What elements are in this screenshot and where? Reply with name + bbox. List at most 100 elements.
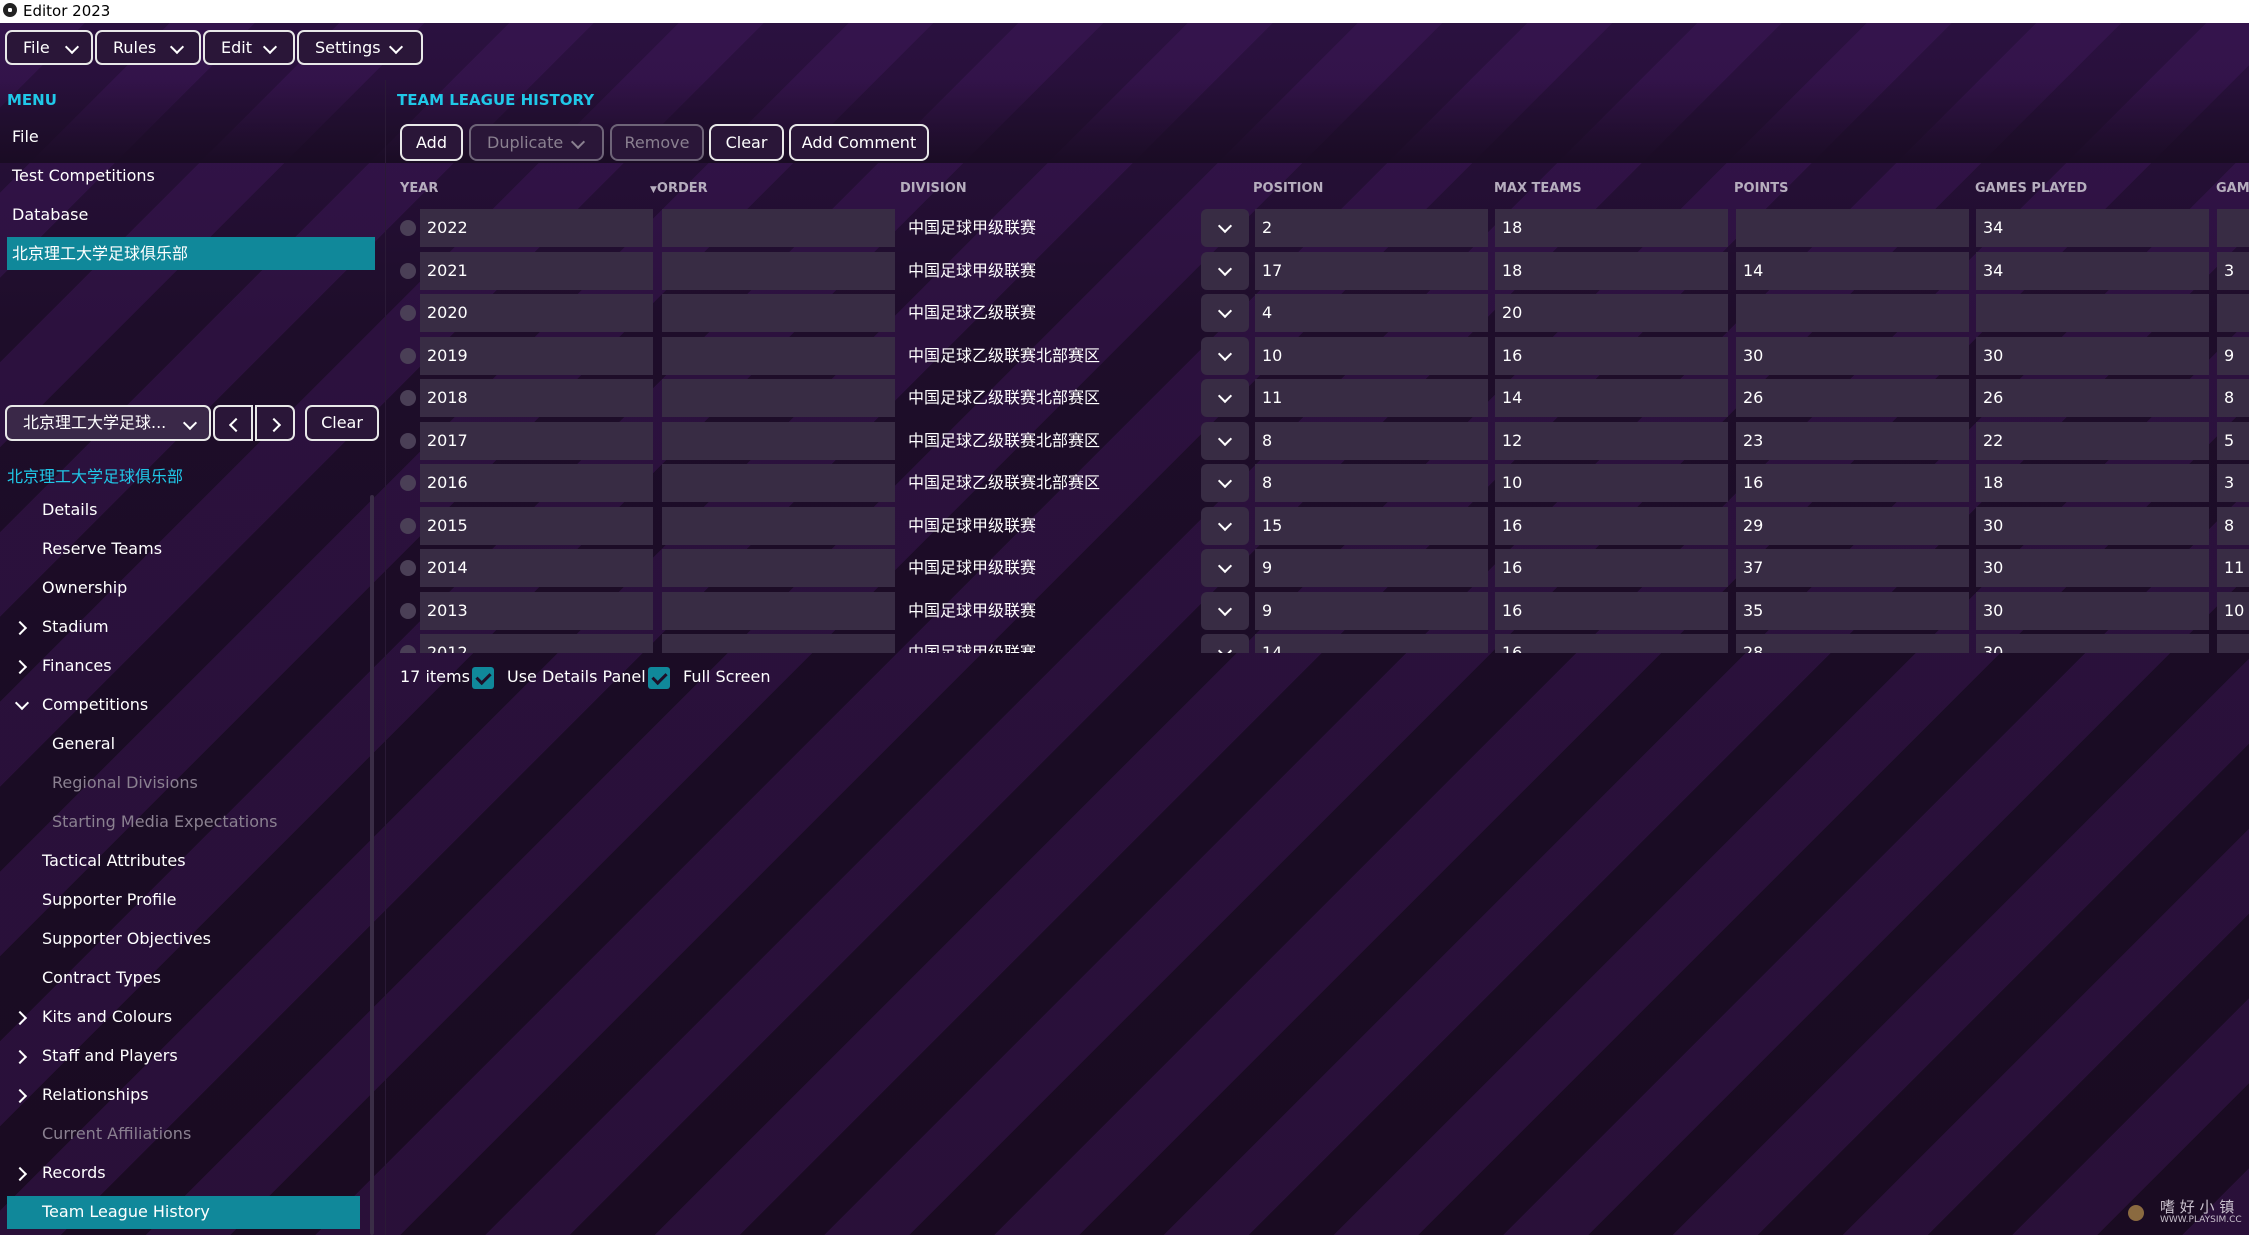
cell-max-teams[interactable]: 14	[1495, 379, 1728, 417]
table-row[interactable]: 2022 中国足球甲级联赛 2 18 34	[397, 206, 2249, 248]
menu-edit-button[interactable]: Edit	[203, 30, 295, 65]
cell-order[interactable]	[662, 294, 895, 332]
division-dropdown-button[interactable]	[1201, 549, 1249, 587]
cell-games-played[interactable]: 30	[1976, 549, 2209, 587]
cell-order[interactable]	[662, 379, 895, 417]
cell-max-teams[interactable]: 16	[1495, 634, 1728, 653]
cell-extra[interactable]	[2217, 634, 2249, 653]
cell-max-teams[interactable]: 16	[1495, 549, 1728, 587]
cell-position[interactable]: 10	[1255, 336, 1488, 375]
sidebar-tree-item[interactable]: Competitions	[42, 695, 148, 714]
menu-item-selected-club[interactable]: 北京理工大学足球俱乐部	[7, 237, 375, 270]
cell-extra[interactable]: 8	[2217, 506, 2249, 545]
cell-extra[interactable]: 3	[2217, 464, 2249, 502]
cell-year[interactable]: 2013	[420, 591, 653, 630]
row-select-check-icon[interactable]	[400, 305, 416, 321]
column-header-position[interactable]: POSITION	[1253, 181, 1323, 196]
cell-points[interactable]: 29	[1736, 506, 1969, 545]
sidebar-tree-item[interactable]: Kits and Colours	[42, 1007, 172, 1026]
column-header-year[interactable]: YEAR	[400, 181, 438, 196]
full-screen-checkbox[interactable]	[648, 667, 670, 689]
cell-games-played[interactable]: 30	[1976, 336, 2209, 375]
remove-button[interactable]: Remove	[610, 124, 704, 161]
row-select-check-icon[interactable]	[400, 432, 416, 449]
cell-division[interactable]: 中国足球甲级联赛	[901, 634, 1195, 653]
cell-year[interactable]: 2015	[420, 506, 653, 545]
sidebar-tree-item[interactable]: Relationships	[42, 1085, 149, 1104]
row-select-check-icon[interactable]	[400, 560, 416, 576]
use-details-panel-checkbox[interactable]	[472, 667, 494, 689]
sidebar-tree-item[interactable]: Current Affiliations	[42, 1124, 191, 1143]
cell-points[interactable]: 37	[1736, 549, 1969, 587]
cell-points[interactable]	[1736, 294, 1969, 332]
table-row[interactable]: 2021 中国足球甲级联赛 17 18 14 34 3	[397, 249, 2249, 291]
cell-order[interactable]	[662, 464, 895, 502]
cell-points[interactable]: 23	[1736, 421, 1969, 460]
row-select-check-icon[interactable]	[400, 645, 416, 653]
cell-year[interactable]: 2017	[420, 421, 653, 460]
cell-extra[interactable]: 11	[2217, 549, 2249, 587]
cell-games-played[interactable]: 26	[1976, 379, 2209, 417]
division-dropdown-button[interactable]	[1201, 506, 1249, 545]
cell-year[interactable]: 2019	[420, 336, 653, 375]
cell-games-played[interactable]: 30	[1976, 591, 2209, 630]
division-dropdown-button[interactable]	[1201, 251, 1249, 290]
table-row[interactable]: 2012 中国足球甲级联赛 14 16 28 30	[397, 631, 2249, 653]
cell-extra[interactable]: 9	[2217, 336, 2249, 375]
cell-year[interactable]: 2021	[420, 251, 653, 290]
cell-extra[interactable]: 10	[2217, 591, 2249, 630]
sidebar-tree-item[interactable]: Supporter Profile	[42, 890, 177, 909]
cell-max-teams[interactable]: 12	[1495, 421, 1728, 460]
sidebar-scrollbar[interactable]	[370, 495, 374, 1235]
row-select-check-icon[interactable]	[400, 602, 416, 619]
clear-button[interactable]: Clear	[709, 124, 784, 161]
division-dropdown-button[interactable]	[1201, 294, 1249, 332]
sidebar-tree-item[interactable]: Team League History	[42, 1202, 210, 1221]
sidebar-tree-item[interactable]: Regional Divisions	[52, 773, 198, 792]
cell-division[interactable]: 中国足球甲级联赛	[901, 209, 1195, 247]
cell-extra[interactable]	[2217, 209, 2249, 247]
previous-button[interactable]	[213, 405, 253, 441]
table-row[interactable]: 2019 中国足球乙级联赛北部赛区 10 16 30 30 9	[397, 334, 2249, 376]
cell-max-teams[interactable]: 16	[1495, 506, 1728, 545]
cell-position[interactable]: 4	[1255, 294, 1488, 332]
cell-order[interactable]	[662, 209, 895, 247]
menu-item-database[interactable]: Database	[12, 205, 88, 224]
cell-position[interactable]: 9	[1255, 549, 1488, 587]
table-row[interactable]: 2014 中国足球甲级联赛 9 16 37 30 11	[397, 546, 2249, 588]
column-header-points[interactable]: POINTS	[1734, 181, 1789, 196]
cell-position[interactable]: 15	[1255, 506, 1488, 545]
cell-order[interactable]	[662, 336, 895, 375]
row-select-check-icon[interactable]	[400, 390, 416, 406]
column-header-games-played[interactable]: GAMES PLAYED	[1975, 181, 2087, 196]
cell-position[interactable]: 8	[1255, 421, 1488, 460]
sidebar-tree-item[interactable]: Stadium	[42, 617, 109, 636]
cell-points[interactable]	[1736, 209, 1969, 247]
cell-year[interactable]: 2012	[420, 634, 653, 653]
cell-max-teams[interactable]: 16	[1495, 591, 1728, 630]
cell-games-played[interactable]: 30	[1976, 634, 2209, 653]
sidebar-tree-item[interactable]: Staff and Players	[42, 1046, 178, 1065]
sidebar-tree-item[interactable]: General	[52, 734, 115, 753]
division-dropdown-button[interactable]	[1201, 421, 1249, 460]
club-select[interactable]: 北京理工大学足球...	[5, 405, 211, 441]
sidebar-tree-item[interactable]: Ownership	[42, 578, 127, 597]
cell-points[interactable]: 16	[1736, 464, 1969, 502]
table-row[interactable]: 2016 中国足球乙级联赛北部赛区 8 10 16 18 3	[397, 461, 2249, 503]
table-row[interactable]: 2015 中国足球甲级联赛 15 16 29 30 8	[397, 504, 2249, 546]
sidebar-tree-item[interactable]: Contract Types	[42, 968, 161, 987]
division-dropdown-button[interactable]	[1201, 634, 1249, 653]
add-button[interactable]: Add	[400, 124, 463, 161]
cell-division[interactable]: 中国足球乙级联赛	[901, 294, 1195, 332]
cell-extra[interactable]: 8	[2217, 379, 2249, 417]
cell-position[interactable]: 17	[1255, 251, 1488, 290]
cell-extra[interactable]: 3	[2217, 251, 2249, 290]
cell-extra[interactable]: 5	[2217, 421, 2249, 460]
menu-settings-button[interactable]: Settings	[297, 30, 423, 65]
division-dropdown-button[interactable]	[1201, 464, 1249, 502]
sidebar-tree-item[interactable]: Details	[42, 500, 97, 519]
table-row[interactable]: 2017 中国足球乙级联赛北部赛区 8 12 23 22 5	[397, 419, 2249, 461]
cell-points[interactable]: 28	[1736, 634, 1969, 653]
sidebar-tree-item[interactable]: Starting Media Expectations	[52, 812, 278, 831]
cell-division[interactable]: 中国足球甲级联赛	[901, 549, 1195, 587]
